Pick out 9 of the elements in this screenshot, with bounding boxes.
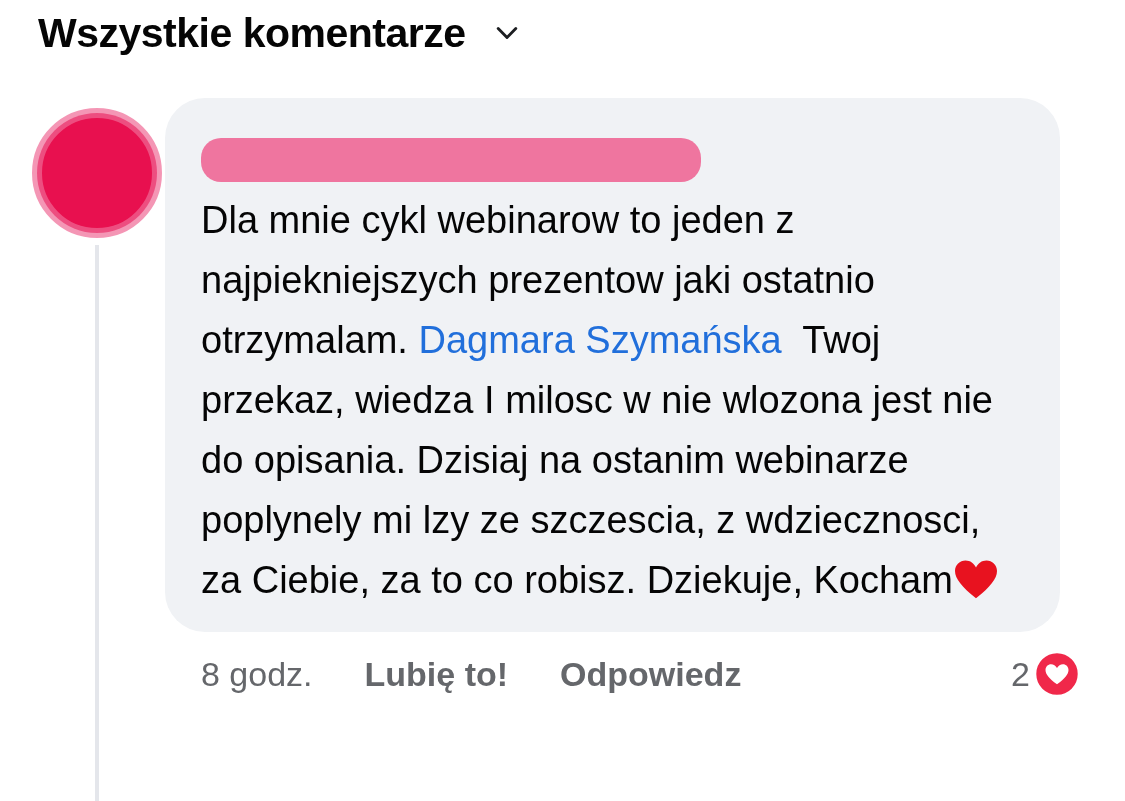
chevron-down-icon[interactable] (495, 26, 518, 40)
timestamp: 8 godz. (201, 654, 313, 694)
mention-link[interactable]: Dagmara Szymańska (418, 319, 782, 361)
reaction-count: 2 (1011, 654, 1030, 694)
comments-filter-title: Wszystkie komentarze (38, 9, 466, 57)
comment-action-button[interactable]: Lubię to! (364, 654, 509, 694)
comment-text: Dla mnie cykl webinarow to jeden z najpiekniejszych prezentow jaki ostatnio otrzymalam. Dagmara Szymańska Twoj przekaz, wiedza I milosc w nie wlozona jest nie do opisania. Dzisiaj na ostanim webinarze poplynely mi lzy ze szczescia, z wdziecznosci, za Ciebie, za to co robisz. Dziekuje, Kocham (201, 190, 1030, 610)
comment-action-button[interactable]: Odpowiedz (560, 654, 742, 694)
heart-icon (952, 559, 999, 601)
